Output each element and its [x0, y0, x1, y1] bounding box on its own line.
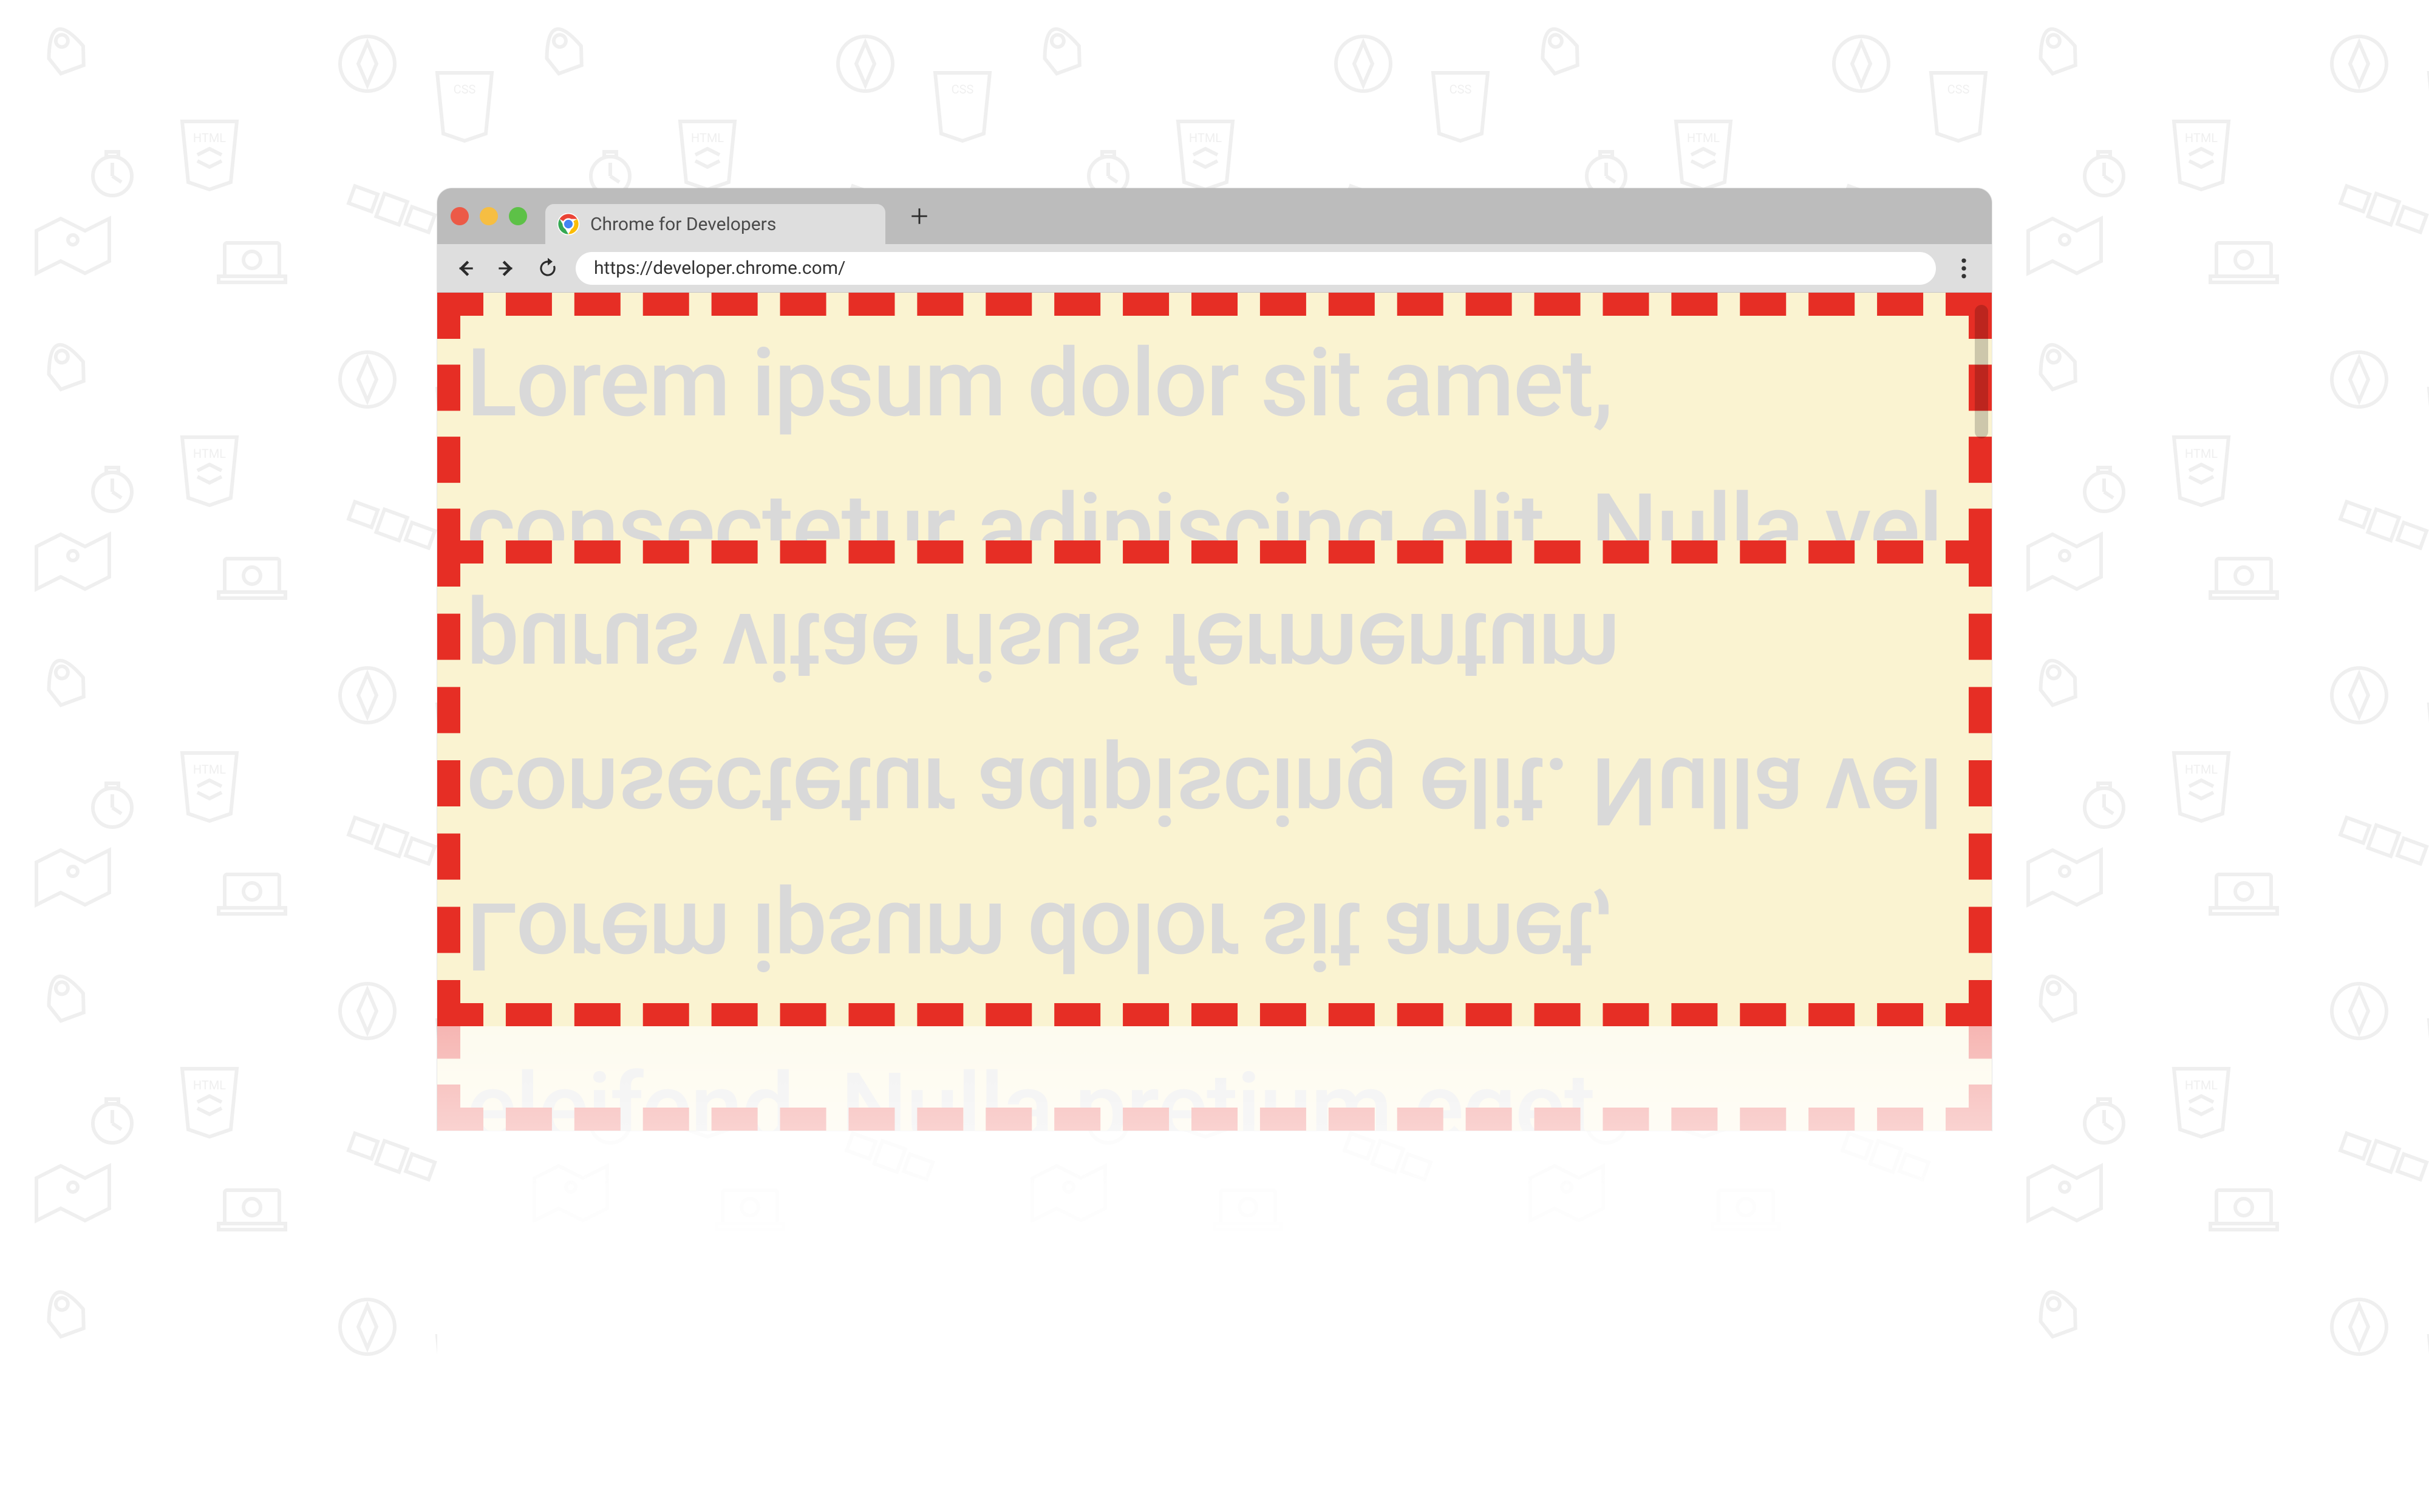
plus-icon	[909, 206, 930, 226]
arrow-left-icon	[454, 257, 477, 280]
forward-button[interactable]	[493, 255, 520, 282]
minimize-window-button[interactable]	[480, 207, 498, 225]
window-controls	[451, 207, 527, 225]
chrome-logo-icon	[556, 212, 581, 236]
browser-toolbar: https://developer.chrome.com/	[437, 244, 1992, 293]
scrollbar-thumb[interactable]	[1975, 305, 1988, 438]
address-bar[interactable]: https://developer.chrome.com/	[576, 252, 1936, 285]
close-window-button[interactable]	[451, 207, 469, 225]
kebab-menu-icon	[1961, 258, 1967, 279]
arrow-right-icon	[495, 257, 518, 280]
refresh-icon	[536, 257, 559, 280]
url-text: https://developer.chrome.com/	[594, 257, 845, 279]
tab-strip: Chrome for Developers	[437, 188, 1992, 244]
page-viewport: Lorem ipsum dolor sit amet, consectetur …	[437, 293, 1992, 1131]
new-tab-button[interactable]	[901, 198, 938, 234]
back-button[interactable]	[452, 255, 479, 282]
browser-tab-active[interactable]: Chrome for Developers	[545, 204, 885, 244]
reload-button[interactable]	[534, 255, 561, 282]
browser-window: Chrome for Developers https://developer.…	[437, 188, 1992, 1131]
tab-title: Chrome for Developers	[590, 214, 776, 235]
page-body-text: Lorem ipsum dolor sit amet, consectetur …	[437, 293, 1992, 1131]
browser-menu-button[interactable]	[1950, 255, 1977, 282]
maximize-window-button[interactable]	[509, 207, 527, 225]
